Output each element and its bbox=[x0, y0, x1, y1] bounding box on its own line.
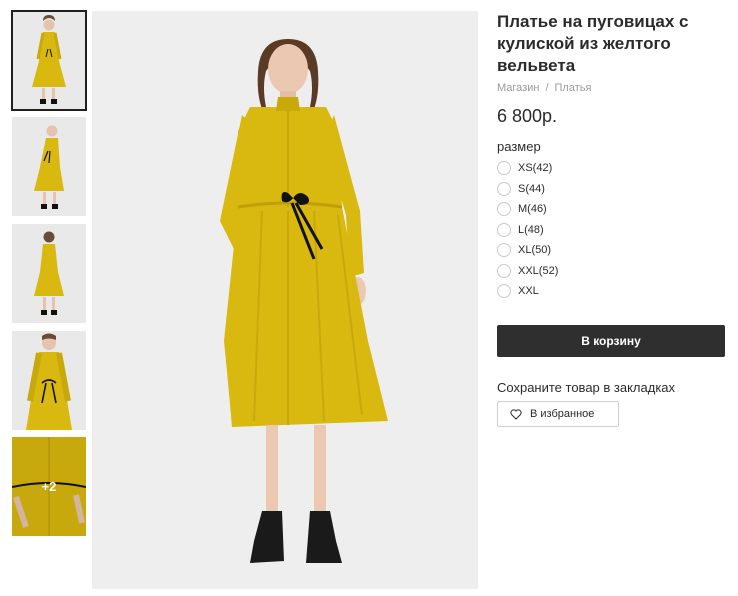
thumbnail-2[interactable] bbox=[12, 117, 86, 216]
main-product-photo[interactable] bbox=[92, 11, 478, 589]
model-photo bbox=[26, 333, 72, 430]
thumbnail-1[interactable] bbox=[11, 10, 87, 111]
model-photo bbox=[34, 125, 64, 209]
size-option[interactable]: XXL bbox=[497, 281, 726, 302]
size-options: XS(42) S(44) M(46) L(48) XL(50) XXL(52) … bbox=[497, 158, 726, 302]
thumbnail-4[interactable] bbox=[12, 331, 86, 430]
size-option-label: S(44) bbox=[518, 182, 545, 195]
thumbnail-3[interactable] bbox=[12, 224, 86, 323]
radio-icon[interactable] bbox=[497, 222, 511, 237]
add-to-favorites-button[interactable]: В избранное bbox=[497, 401, 619, 427]
model-photo bbox=[34, 231, 64, 315]
size-option-label: XL(50) bbox=[518, 244, 552, 257]
product-info: Платье на пуговицах с кулиской из желтог… bbox=[497, 11, 726, 302]
model-photo bbox=[220, 39, 388, 563]
radio-icon[interactable] bbox=[497, 181, 511, 196]
add-to-cart-button[interactable]: В корзину bbox=[497, 325, 725, 357]
product-price: 6 800р. bbox=[497, 106, 558, 126]
size-option[interactable]: S(44) bbox=[497, 179, 726, 200]
radio-icon[interactable] bbox=[497, 263, 511, 278]
size-option[interactable]: M(46) bbox=[497, 199, 726, 220]
size-option-label: XXL(52) bbox=[518, 264, 559, 277]
size-option[interactable]: XS(42) bbox=[497, 158, 726, 179]
model-photo bbox=[32, 15, 66, 104]
bookmark-prompt: Сохраните товар в закладках bbox=[497, 380, 676, 395]
size-option[interactable]: XXL(52) bbox=[497, 261, 726, 282]
favorites-label: В избранное bbox=[530, 408, 595, 420]
radio-icon[interactable] bbox=[497, 161, 511, 176]
breadcrumb-separator: / bbox=[545, 82, 549, 94]
more-photos-badge[interactable]: +2 bbox=[12, 437, 86, 536]
size-option-label: L(48) bbox=[518, 223, 544, 236]
radio-icon[interactable] bbox=[497, 202, 511, 217]
radio-icon[interactable] bbox=[497, 243, 511, 258]
breadcrumb-shop[interactable]: Магазин bbox=[497, 82, 539, 94]
radio-icon[interactable] bbox=[497, 284, 511, 299]
size-label: размер bbox=[497, 139, 541, 154]
product-title: Платье на пуговицах с кулиской из желтог… bbox=[497, 12, 689, 75]
size-option-label: XXL bbox=[518, 285, 539, 298]
size-option[interactable]: L(48) bbox=[497, 220, 726, 241]
size-option-label: M(46) bbox=[518, 203, 547, 216]
breadcrumb: Магазин / Платья bbox=[497, 82, 726, 94]
breadcrumb-dresses[interactable]: Платья bbox=[555, 82, 592, 94]
size-option-label: XS(42) bbox=[518, 162, 553, 175]
heart-icon bbox=[510, 408, 522, 420]
size-option[interactable]: XL(50) bbox=[497, 240, 726, 261]
thumbnail-5[interactable]: +2 bbox=[12, 437, 86, 536]
